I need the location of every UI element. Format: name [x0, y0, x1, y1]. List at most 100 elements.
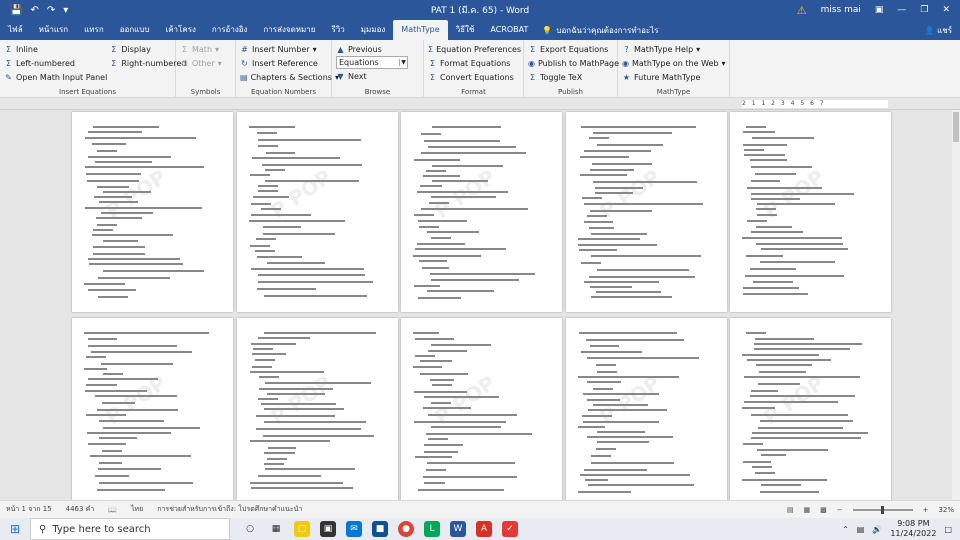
mathtype-app-icon[interactable]: ✓	[502, 521, 518, 537]
other-symbols-button[interactable]: Ω Other ▾	[180, 56, 231, 70]
tab-view[interactable]: มุมมอง	[353, 20, 394, 40]
task-view-icon[interactable]: ▦	[268, 521, 284, 537]
chapters-sections-button[interactable]: ▤ Chapters & Sections ▾	[240, 70, 339, 84]
browse-type-select[interactable]: Equations ▼	[336, 56, 408, 69]
insert-number-button[interactable]: # Insert Number ▾	[240, 42, 327, 56]
document-page[interactable]: P POP	[566, 318, 727, 500]
line-icon[interactable]: L	[424, 521, 440, 537]
mail-icon[interactable]: ✉	[346, 521, 362, 537]
right-numbered-button[interactable]: Σ Right-numbered	[109, 56, 186, 70]
document-page[interactable]: P POP	[730, 318, 891, 500]
document-page[interactable]: P POP	[401, 318, 562, 500]
tab-layout[interactable]: เค้าโครง	[157, 20, 203, 40]
tab-acrobat[interactable]: ACROBAT	[482, 20, 536, 40]
future-mathtype-button[interactable]: ★ Future MathType	[622, 70, 725, 84]
zoom-out-icon[interactable]: −	[837, 506, 843, 514]
tab-insert[interactable]: แทรก	[76, 20, 112, 40]
restore-button[interactable]: ❐	[920, 5, 928, 15]
page-count[interactable]: หน้า 1 จาก 15	[6, 504, 52, 515]
print-layout-icon[interactable]: ▦	[803, 506, 810, 514]
notifications-icon[interactable]: □	[944, 525, 952, 534]
text-line	[590, 210, 652, 212]
document-canvas[interactable]: P POP P POP P POP P POP P POP P POP P POP P POP…	[0, 110, 952, 500]
photos-icon[interactable]: ■	[372, 521, 388, 537]
file-explorer-icon[interactable]: ▢	[294, 521, 310, 537]
user-name[interactable]: miss mai	[821, 5, 861, 15]
document-page[interactable]: P POP	[237, 112, 398, 312]
tab-file[interactable]: ไฟล์	[0, 20, 31, 40]
document-page[interactable]: P POP	[730, 112, 891, 312]
word-count[interactable]: 4463 คำ	[66, 504, 95, 515]
tab-design[interactable]: ออกแบบ	[112, 20, 158, 40]
text-line	[431, 426, 501, 428]
document-page[interactable]: P POP	[72, 318, 233, 500]
cortana-icon[interactable]: ○	[242, 521, 258, 537]
left-numbered-button[interactable]: Σ Left-numbered	[4, 56, 107, 70]
insert-reference-button[interactable]: ↻ Insert Reference	[240, 56, 327, 70]
equation-preferences-button[interactable]: Σ Equation Preferences	[428, 42, 521, 56]
format-equations-button[interactable]: Σ Format Equations	[428, 56, 519, 70]
customize-qat-icon[interactable]: ▾	[63, 5, 68, 16]
clock[interactable]: 9:08 PM 11/24/2022	[890, 519, 936, 539]
zoom-slider-thumb[interactable]	[880, 505, 884, 514]
inline-button[interactable]: Σ Inline	[4, 42, 107, 56]
read-mode-icon[interactable]: ▤	[787, 506, 794, 514]
next-button[interactable]: ▼ Next	[336, 69, 419, 83]
zoom-in-icon[interactable]: +	[923, 506, 929, 514]
chrome-icon[interactable]: ●	[398, 521, 414, 537]
vertical-scrollbar[interactable]	[952, 110, 960, 500]
horizontal-ruler[interactable]: 2 1 1 2 3 4 5 6 7	[742, 100, 888, 108]
group-insert-equations: Σ Inline Σ Left-numbered ✎ Open Math Input …	[0, 40, 186, 98]
network-icon[interactable]: ▤	[857, 525, 865, 534]
ribbon-display-icon[interactable]: ▣	[875, 5, 884, 15]
text-line	[88, 156, 171, 158]
text-line	[99, 482, 193, 484]
toggle-tex-button[interactable]: Σ Toggle TeX	[528, 70, 613, 84]
store-icon[interactable]: ▣	[320, 521, 336, 537]
share-button[interactable]: 👤 แชร์	[925, 24, 960, 37]
taskbar-search[interactable]: ⚲ Type here to search	[30, 518, 230, 540]
redo-icon[interactable]: ↷	[47, 5, 55, 16]
previous-button[interactable]: ▲ Previous	[336, 42, 419, 56]
acrobat-icon[interactable]: A	[476, 521, 492, 537]
volume-icon[interactable]: 🔊	[872, 525, 882, 534]
math-symbols-button[interactable]: Σ Math ▾	[180, 42, 231, 56]
windows-start-icon[interactable]: ⊞	[0, 518, 30, 540]
publish-mathpage-button[interactable]: ◉ Publish to MathPage	[528, 56, 619, 70]
document-page[interactable]: P POP	[566, 112, 727, 312]
convert-equations-button[interactable]: Σ Convert Equations	[428, 70, 519, 84]
accessibility-status[interactable]: การช่วยสำหรับการเข้าถึง: โปรดศึกษาคำแนะน…	[157, 504, 302, 515]
language[interactable]: ไทย	[131, 504, 143, 515]
tab-mathtype[interactable]: MathType	[393, 20, 448, 40]
zoom-slider[interactable]	[852, 505, 913, 514]
undo-icon[interactable]: ↶	[30, 5, 38, 16]
proofing-icon[interactable]: 📖	[108, 506, 117, 514]
text-line	[755, 338, 814, 340]
zoom-level[interactable]: 32%	[938, 506, 954, 514]
document-page[interactable]: P POP	[72, 112, 233, 312]
mathtype-help-button[interactable]: ? MathType Help ▾	[622, 42, 725, 56]
display-button[interactable]: Σ Display	[109, 42, 186, 56]
tab-help[interactable]: วิธีใช้	[448, 20, 483, 40]
tell-me-box[interactable]: 💡 บอกฉันว่าคุณต้องการทำอะไร	[542, 24, 658, 37]
tab-mailings[interactable]: การส่งจดหมาย	[255, 20, 323, 40]
document-page[interactable]: P POP	[401, 112, 562, 312]
open-math-input-panel-button[interactable]: ✎ Open Math Input Panel	[4, 70, 107, 84]
chevron-up-icon[interactable]: ⌃	[842, 525, 849, 534]
minimize-button[interactable]: —	[897, 5, 906, 15]
save-icon[interactable]: 💾	[10, 5, 22, 16]
warning-icon[interactable]: ⚠	[797, 4, 807, 17]
text-line	[585, 479, 608, 481]
tab-review[interactable]: รีวิว	[323, 20, 352, 40]
text-line	[424, 396, 499, 398]
mathtype-web-button[interactable]: ◉ MathType on the Web ▾	[622, 56, 726, 70]
scrollbar-thumb[interactable]	[953, 112, 959, 142]
web-layout-icon[interactable]: ▩	[820, 506, 827, 514]
text-line	[249, 126, 295, 128]
export-equations-button[interactable]: Σ Export Equations	[528, 42, 613, 56]
tab-references[interactable]: การอ้างอิง	[204, 20, 256, 40]
document-page[interactable]: P POP	[237, 318, 398, 500]
tab-home[interactable]: หน้าแรก	[31, 20, 77, 40]
close-button[interactable]: ✕	[942, 5, 950, 15]
word-icon[interactable]: W	[450, 521, 466, 537]
